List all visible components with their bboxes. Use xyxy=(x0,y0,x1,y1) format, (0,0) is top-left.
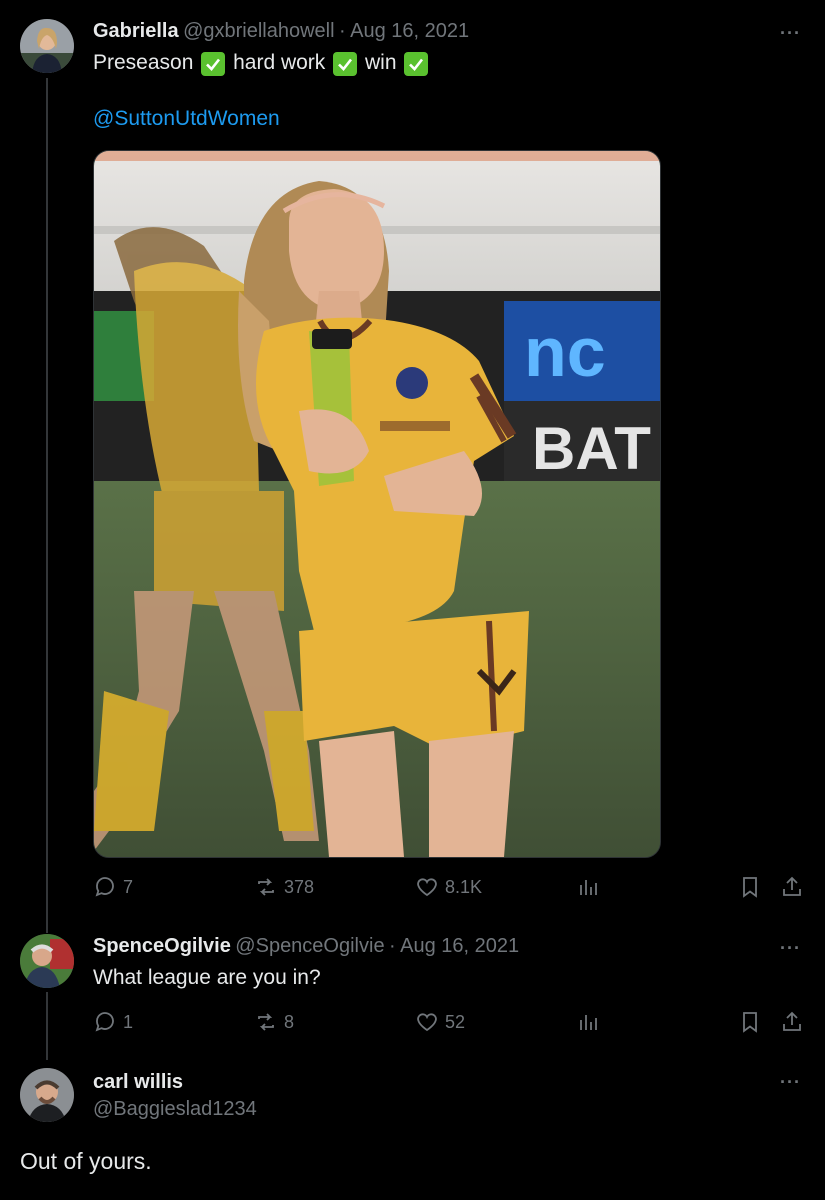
like-button[interactable]: 52 xyxy=(415,1010,465,1034)
avatar[interactable] xyxy=(20,19,74,73)
author-name[interactable]: SpenceOgilvie xyxy=(93,935,231,957)
reply-button[interactable]: 1 xyxy=(93,1010,133,1034)
reply-icon xyxy=(95,877,114,897)
bookmark-icon xyxy=(743,1012,757,1033)
bookmark-icon xyxy=(743,877,757,898)
analytics-icon xyxy=(580,1015,597,1030)
share-button[interactable] xyxy=(780,875,804,899)
author-handle[interactable]: @gxbriellahowell xyxy=(183,20,334,42)
retweet-count: 8 xyxy=(284,1011,295,1032)
share-button[interactable] xyxy=(780,1010,804,1034)
avatar[interactable] xyxy=(20,1068,74,1122)
more-options-icon[interactable]: ··· xyxy=(780,938,801,959)
check-mark-icon xyxy=(201,52,226,76)
tweet-text-part: hard work xyxy=(233,51,326,74)
bookmark-button[interactable] xyxy=(738,1010,762,1034)
separator: · xyxy=(389,935,396,957)
reply-button[interactable]: 7 xyxy=(93,875,133,899)
separator: · xyxy=(339,20,346,42)
tweet-text: Preseason hard work win xyxy=(93,51,430,76)
heart-icon xyxy=(417,878,437,897)
reply-text: Out of yours. xyxy=(20,1148,152,1174)
thread-line xyxy=(46,992,48,1060)
like-button[interactable]: 8.1K xyxy=(415,875,482,899)
thread-line xyxy=(46,78,48,933)
bookmark-button[interactable] xyxy=(738,875,762,899)
check-mark-icon xyxy=(404,52,429,76)
retweet-icon xyxy=(258,1013,274,1031)
heart-icon xyxy=(417,1013,437,1032)
mention-link[interactable]: @SuttonUtdWomen xyxy=(93,107,280,131)
like-count: 8.1K xyxy=(445,876,483,897)
like-count: 52 xyxy=(445,1011,466,1032)
check-mark-icon xyxy=(333,52,358,76)
views-button[interactable] xyxy=(576,1010,600,1034)
tweet-photo[interactable]: nc BAT xyxy=(93,150,661,858)
views-button[interactable] xyxy=(576,875,600,899)
reply-icon xyxy=(95,1012,114,1032)
author-name[interactable]: carl willis xyxy=(93,1071,183,1094)
analytics-icon xyxy=(580,880,597,895)
tweet-date[interactable]: Aug 16, 2021 xyxy=(350,20,469,42)
soccer-player-photo: nc BAT xyxy=(94,151,660,857)
retweet-button[interactable]: 378 xyxy=(254,875,314,899)
reply-count: 7 xyxy=(123,876,134,897)
tweet-text-part: win xyxy=(364,51,397,74)
tweet-date[interactable]: Aug 16, 2021 xyxy=(400,935,519,957)
author-name[interactable]: Gabriella xyxy=(93,20,179,42)
share-icon xyxy=(783,1011,801,1031)
more-options-icon[interactable]: ··· xyxy=(780,1072,801,1093)
reply-text: What league are you in? xyxy=(93,966,321,989)
reply-count: 1 xyxy=(123,1011,134,1032)
tweet-text-part: Preseason xyxy=(93,51,194,74)
retweet-count: 378 xyxy=(284,876,315,897)
avatar[interactable] xyxy=(20,934,74,988)
svg-text:nc: nc xyxy=(524,313,606,391)
more-options-icon[interactable]: ··· xyxy=(780,23,801,44)
author-handle[interactable]: @Baggieslad1234 xyxy=(93,1098,257,1121)
svg-text:BAT: BAT xyxy=(532,415,651,482)
share-icon xyxy=(783,876,801,896)
retweet-button[interactable]: 8 xyxy=(254,1010,294,1034)
author-handle[interactable]: @SpenceOgilvie xyxy=(235,935,384,957)
retweet-icon xyxy=(258,878,274,896)
